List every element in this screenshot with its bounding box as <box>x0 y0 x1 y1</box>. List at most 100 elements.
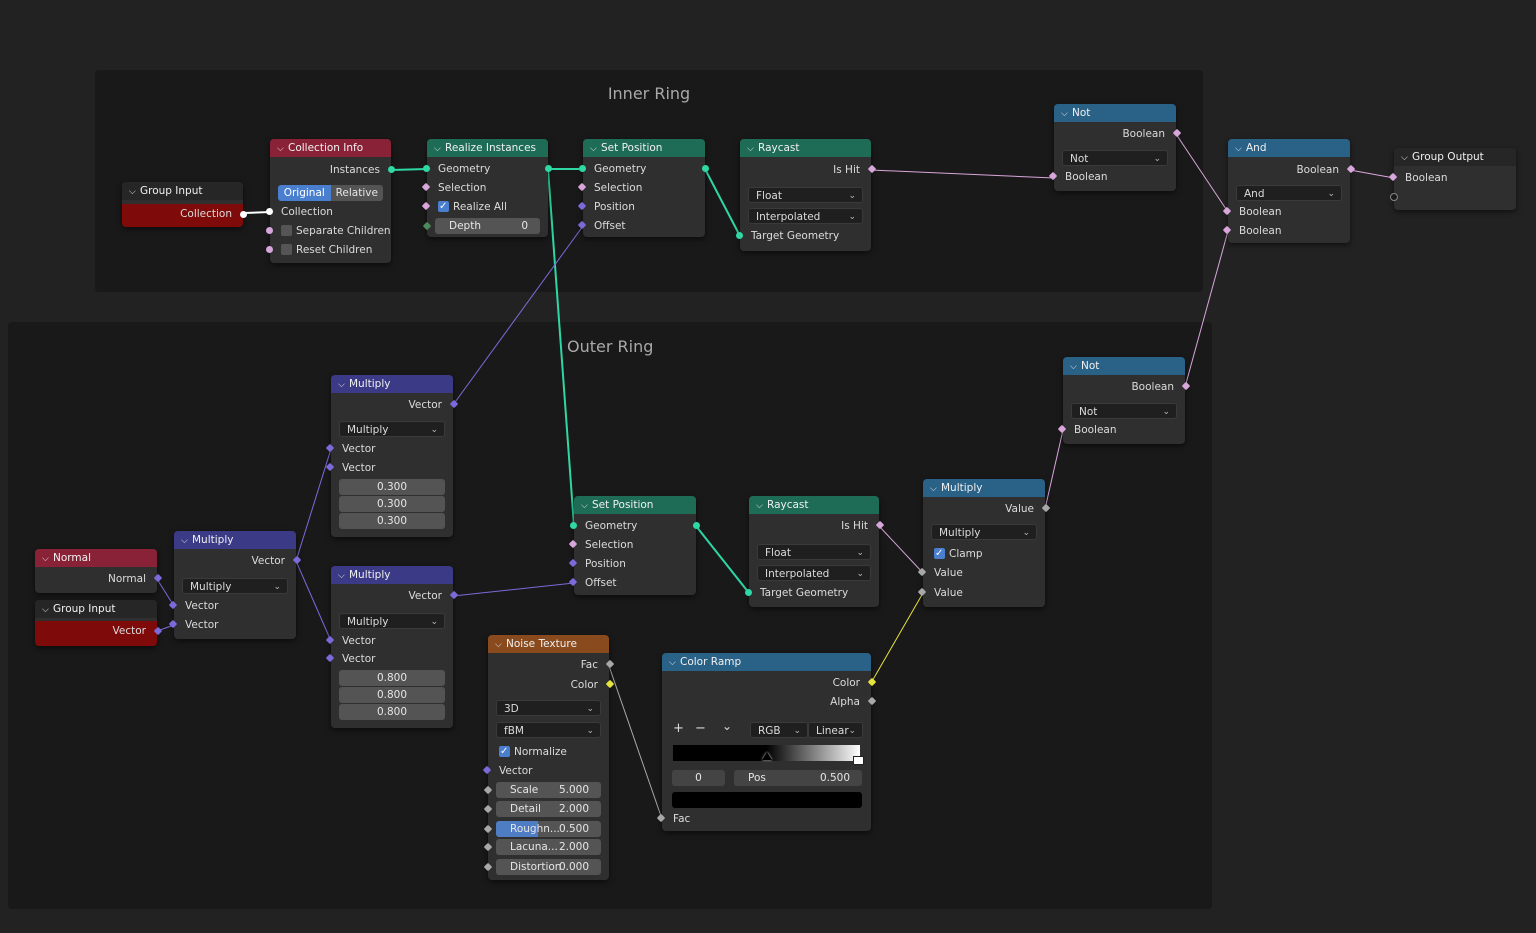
socket-geometry-out[interactable] <box>702 165 709 172</box>
collapse-chevron-icon[interactable]: ⌵ <box>1401 149 1412 166</box>
vector-y-field[interactable]: 0.800 <box>339 687 445 703</box>
node-vector-multiply-mid[interactable]: ⌵ Multiply Vector Multiply ⌄ Vector Vector <box>168 531 302 639</box>
scale-field[interactable]: Scale 5.000 <box>496 782 601 798</box>
ramp-stop-white-icon[interactable] <box>853 756 864 765</box>
node-vector-multiply-top[interactable]: ⌵ Multiply Vector Multiply ⌄ Vector Vector… <box>325 375 459 537</box>
data-type-select[interactable]: Float ⌄ <box>748 187 863 203</box>
node-and[interactable]: ⌵ And Boolean And ⌄ Boolean Boolean <box>1222 139 1356 243</box>
collapse-chevron-icon[interactable]: ⌵ <box>747 140 758 157</box>
stop-index-field[interactable]: 0 <box>672 770 725 786</box>
node-collection-info[interactable]: ⌵ Collection Info Instances Original Rela… <box>266 139 395 263</box>
operation-select[interactable]: Not ⌄ <box>1062 150 1168 166</box>
collapse-chevron-icon[interactable]: ⌵ <box>1061 105 1072 122</box>
vector-z-field[interactable]: 0.300 <box>339 513 445 529</box>
socket-boolean-in-2[interactable] <box>1222 225 1232 235</box>
operation-select[interactable]: Not ⌄ <box>1071 403 1177 419</box>
socket-geometry-out[interactable] <box>545 165 552 172</box>
collapse-chevron-icon[interactable]: ⌵ <box>590 140 601 157</box>
noise-type-select[interactable]: fBM ⌄ <box>496 722 601 738</box>
collapse-chevron-icon[interactable]: ⌵ <box>42 550 53 567</box>
socket-boolean-out[interactable] <box>1346 164 1356 174</box>
node-normal[interactable]: ⌵ Normal Normal <box>35 549 163 593</box>
collapse-chevron-icon[interactable]: ⌵ <box>338 567 349 584</box>
mapping-select[interactable]: Interpolated ⌄ <box>757 565 871 581</box>
node-not-1[interactable]: ⌵ Not Boolean Not ⌄ Boolean <box>1048 104 1182 191</box>
collapse-chevron-icon[interactable]: ⌵ <box>277 140 288 157</box>
socket-collection-in[interactable] <box>266 208 273 215</box>
depth-field[interactable]: Depth 0 <box>435 218 540 234</box>
mode-relative-button[interactable]: Relative <box>330 185 383 201</box>
vector-z-field[interactable]: 0.800 <box>339 704 445 720</box>
collapse-chevron-icon[interactable]: ⌵ <box>1070 358 1081 375</box>
ramp-stop-black-icon[interactable] <box>762 752 772 760</box>
clamp-checkbox[interactable] <box>934 545 945 563</box>
vector-x-field[interactable]: 0.800 <box>339 670 445 686</box>
socket-separate-children-in[interactable] <box>266 227 273 234</box>
node-set-position-1[interactable]: ⌵ Set Position Geometry Selection Positio… <box>577 139 709 237</box>
collapse-chevron-icon[interactable]: ⌵ <box>930 480 941 497</box>
remove-stop-icon[interactable]: − <box>695 721 706 736</box>
chevron-down-icon: ⌄ <box>1162 407 1170 417</box>
node-color-ramp[interactable]: ⌵ Color Ramp Color Alpha + − ⌄ RGB ⌄ Linea… <box>656 653 877 831</box>
roughness-field[interactable]: Roughn... 0.500 <box>496 821 601 837</box>
node-noise-texture[interactable]: ⌵Noise Texture Fac Color 3D⌄ fBM⌄ Normal… <box>482 635 615 880</box>
separate-children-checkbox[interactable] <box>281 225 292 236</box>
collapse-chevron-icon[interactable]: ⌵ <box>1235 140 1246 157</box>
collapse-chevron-icon[interactable]: ⌵ <box>181 532 192 549</box>
detail-field[interactable]: Detail 2.000 <box>496 801 601 817</box>
node-vector-multiply-bottom[interactable]: ⌵ Multiply Vector Multiply ⌄ Vector Vector… <box>325 566 459 728</box>
collapse-chevron-icon[interactable]: ⌵ <box>338 376 349 393</box>
collapse-chevron-icon[interactable]: ⌵ <box>129 183 140 200</box>
socket-reset-children-in[interactable] <box>266 246 273 253</box>
node-group-input-1[interactable]: ⌵ Group Input Collection <box>122 182 247 227</box>
mode-original-button[interactable]: Original <box>278 185 331 201</box>
normalize-checkbox[interactable] <box>499 743 510 761</box>
dimensions-select[interactable]: 3D ⌄ <box>496 700 601 716</box>
node-not-2[interactable]: ⌵ Not Boolean Not ⌄ Boolean <box>1057 357 1191 444</box>
operation-select[interactable]: And ⌄ <box>1236 185 1342 201</box>
add-stop-icon[interactable]: + <box>673 721 684 736</box>
operation-select[interactable]: Multiply ⌄ <box>931 524 1037 540</box>
node-set-position-2[interactable]: ⌵ Set Position Geometry Selection Positio… <box>568 496 700 595</box>
collapse-chevron-icon[interactable]: ⌵ <box>581 497 592 514</box>
socket-collection-out[interactable] <box>240 211 247 218</box>
lacunarity-field[interactable]: Lacuna... 2.000 <box>496 839 601 855</box>
node-raycast-1[interactable]: ⌵ Raycast Is Hit Float ⌄ Interpolated ⌄ Tar… <box>736 139 877 251</box>
socket-boolean-in[interactable] <box>1388 172 1398 182</box>
ramp-menu-icon[interactable]: ⌄ <box>722 719 732 733</box>
node-group-input-2[interactable]: ⌵ Group Input Vector <box>35 600 163 646</box>
node-group-output[interactable]: ⌵ Group Output Boolean <box>1388 148 1516 210</box>
socket-target-geometry-in[interactable] <box>736 232 743 239</box>
socket-geometry-in[interactable] <box>570 522 577 529</box>
operation-select[interactable]: Multiply ⌄ <box>339 421 445 437</box>
vector-y-field[interactable]: 0.300 <box>339 496 445 512</box>
collapse-chevron-icon[interactable]: ⌵ <box>42 601 53 618</box>
vector-x-field[interactable]: 0.300 <box>339 479 445 495</box>
data-type-select[interactable]: Float ⌄ <box>757 544 871 560</box>
socket-geometry-out[interactable] <box>693 522 700 529</box>
socket-empty-in[interactable] <box>1390 193 1398 201</box>
collapse-chevron-icon[interactable]: ⌵ <box>495 636 506 653</box>
socket-geometry-in[interactable] <box>423 165 430 172</box>
distortion-field[interactable]: Distortion 0.000 <box>496 859 601 875</box>
color-mode-select[interactable]: RGB ⌄ <box>750 722 808 738</box>
collapse-chevron-icon[interactable]: ⌵ <box>756 497 767 514</box>
socket-geometry-in[interactable] <box>579 165 586 172</box>
operation-select[interactable]: Multiply ⌄ <box>339 613 445 629</box>
socket-target-geometry-in[interactable] <box>745 589 752 596</box>
reset-children-checkbox[interactable] <box>281 244 292 255</box>
transform-mode-toggle[interactable]: Original Relative <box>278 185 383 201</box>
operation-select[interactable]: Multiply ⌄ <box>182 578 288 594</box>
node-raycast-2[interactable]: ⌵ Raycast Is Hit Float ⌄ Interpolated ⌄ Tar… <box>745 496 885 607</box>
socket-instances-out[interactable] <box>388 166 395 173</box>
node-math-multiply[interactable]: ⌵Multiply Value Multiply⌄ Clamp Value Va… <box>917 479 1051 607</box>
collapse-chevron-icon[interactable]: ⌵ <box>669 654 680 671</box>
interpolation-select[interactable]: Linear ⌄ <box>808 722 863 738</box>
collapse-chevron-icon[interactable]: ⌵ <box>434 140 445 157</box>
socket-boolean-in-1[interactable] <box>1222 206 1232 216</box>
realize-all-checkbox[interactable] <box>438 198 449 216</box>
mapping-select[interactable]: Interpolated ⌄ <box>748 208 863 224</box>
node-realize-instances[interactable]: ⌵Realize Instances Geometry Selection Re… <box>421 139 552 237</box>
stop-position-field[interactable]: Pos 0.500 <box>734 770 862 786</box>
stop-color-swatch[interactable] <box>672 792 862 808</box>
